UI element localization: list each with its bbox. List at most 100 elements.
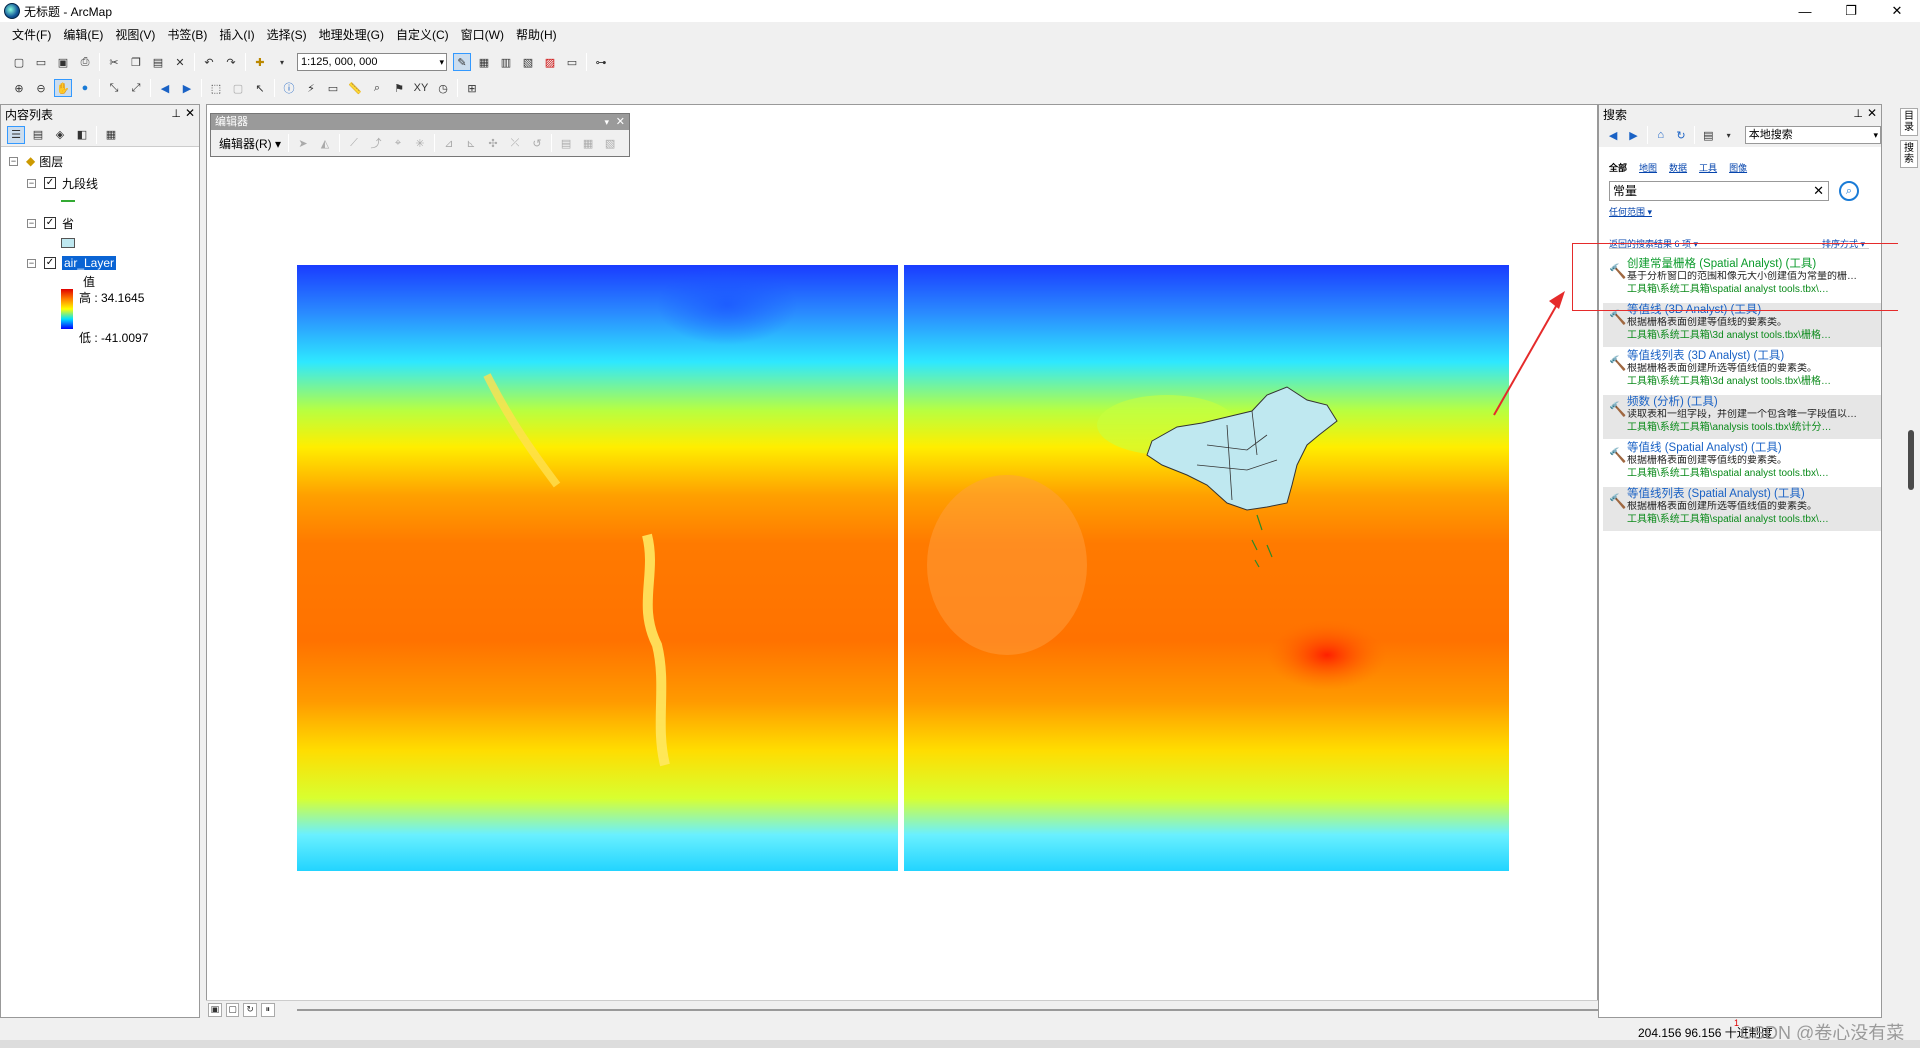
vertical-scrollbar-thumb[interactable] — [1908, 430, 1914, 490]
toc-window-icon[interactable]: ▦ — [475, 53, 493, 71]
catalog-tab[interactable]: 目录 — [1900, 108, 1918, 136]
layout-view-icon[interactable]: ▢ — [225, 1002, 240, 1017]
sketch-properties-icon[interactable]: ▦ — [579, 134, 597, 152]
back-icon[interactable]: ◀ — [156, 79, 174, 97]
search-result-item[interactable]: 🔨 等值线列表 (Spatial Analyst) (工具) 根据栅格表面创建所… — [1603, 487, 1881, 531]
search-result-item[interactable]: 🔨 频数 (分析) (工具) 读取表和一组字段，并创建一个包含唯一字段值以… 工… — [1603, 395, 1881, 439]
result-path[interactable]: 工具箱\系统工具箱\3d analyst tools.tbx\栅格… — [1627, 329, 1881, 343]
create-features-icon[interactable]: ▧ — [601, 134, 619, 152]
data-view-icon[interactable]: ▣ — [208, 1002, 222, 1017]
refresh-icon[interactable]: ↻ — [243, 1002, 257, 1017]
search-scope-combo[interactable]: 本地搜索 ▾ — [1744, 126, 1882, 144]
search-options-icon[interactable]: ▤ — [1700, 126, 1716, 144]
polygon-symbol[interactable] — [61, 235, 75, 251]
collapse-icon[interactable]: − — [27, 258, 36, 268]
split-icon[interactable]: ⤫ — [506, 134, 524, 152]
goto-xy-icon[interactable]: XY — [412, 79, 430, 97]
menu-geoprocessing[interactable]: 地理处理(G) — [313, 25, 390, 45]
search-go-icon[interactable]: ⌕ — [1839, 181, 1859, 201]
reshape-icon[interactable]: ⊾ — [462, 134, 480, 152]
menu-customize[interactable]: 自定义(C) — [390, 25, 455, 45]
search-result-item[interactable]: 🔨 等值线 (Spatial Analyst) (工具) 根据栅格表面创建等值线… — [1603, 441, 1881, 485]
result-path[interactable]: 工具箱\系统工具箱\spatial analyst tools.tbx\… — [1627, 513, 1881, 527]
measure-icon[interactable]: 📏 — [346, 79, 364, 97]
save-icon[interactable]: ▣ — [54, 53, 72, 71]
close-window-button[interactable]: ✕ — [1874, 0, 1920, 22]
layer-row-jiuduanxian[interactable]: − ✓ 九段线 — [27, 175, 98, 191]
chevron-down-icon[interactable]: ▾ — [1720, 126, 1736, 144]
menu-file[interactable]: 文件(F) — [6, 25, 57, 45]
layer-row-air[interactable]: − ✓ air_Layer — [27, 255, 117, 271]
close-icon[interactable]: ✕ — [616, 114, 625, 130]
list-by-source-icon[interactable]: ▤ — [29, 126, 47, 144]
line-symbol[interactable] — [61, 193, 75, 209]
cut-icon[interactable]: ✂ — [105, 53, 123, 71]
visibility-checkbox[interactable]: ✓ — [44, 217, 56, 229]
layer-row-sheng[interactable]: − ✓ 省 — [27, 215, 74, 231]
attributes-icon[interactable]: ▤ — [557, 134, 575, 152]
chevron-down-icon[interactable]: ▾ — [604, 114, 609, 130]
back-icon[interactable]: ◀ — [1605, 126, 1621, 144]
result-path[interactable]: 工具箱\系统工具箱\analysis tools.tbx\统计分… — [1627, 421, 1881, 435]
list-by-drawing-order-icon[interactable]: ☰ — [7, 125, 25, 144]
new-icon[interactable]: ▢ — [10, 53, 28, 71]
fixed-zoom-out-icon[interactable]: ⤢ — [127, 79, 145, 97]
time-slider-icon[interactable]: ◷ — [434, 79, 452, 97]
zoom-out-icon[interactable]: ⊖ — [32, 79, 50, 97]
catalog-window-icon[interactable]: ▥ — [497, 53, 515, 71]
color-ramp-swatch[interactable] — [61, 289, 73, 329]
full-extent-icon[interactable]: ● — [76, 79, 94, 97]
trace-icon[interactable]: ✳ — [411, 134, 429, 152]
clear-icon[interactable]: ✕ — [1813, 182, 1824, 200]
visibility-checkbox[interactable]: ✓ — [44, 257, 56, 269]
add-data-icon[interactable]: ✚ — [251, 53, 269, 71]
result-title[interactable]: 等值线列表 (3D Analyst) (工具) — [1627, 349, 1881, 363]
search-window-icon[interactable]: ▧ — [519, 53, 537, 71]
rotate-icon[interactable]: ↺ — [528, 134, 546, 152]
chevron-down-icon[interactable]: ▾ — [273, 53, 291, 71]
menu-edit[interactable]: 编辑(E) — [57, 25, 109, 45]
result-title[interactable]: 等值线列表 (Spatial Analyst) (工具) — [1627, 487, 1881, 501]
search-input[interactable]: 常量 ✕ — [1609, 181, 1829, 201]
copy-icon[interactable]: ❐ — [127, 53, 145, 71]
select-features-icon[interactable]: ⬚ — [207, 79, 225, 97]
redo-icon[interactable]: ↷ — [222, 53, 240, 71]
editor-menu[interactable]: 编辑器(R) ▾ — [215, 135, 285, 152]
filter-images[interactable]: 图像 — [1729, 161, 1747, 174]
filter-maps[interactable]: 地图 — [1639, 161, 1657, 174]
arctoolbox-icon[interactable]: ▨ — [541, 53, 559, 71]
collapse-icon[interactable]: − — [27, 178, 36, 188]
undo-icon[interactable]: ↶ — [200, 53, 218, 71]
hyperlink-icon[interactable]: ⚡ — [302, 79, 320, 97]
menu-selection[interactable]: 选择(S) — [261, 25, 313, 45]
curve-segment-icon[interactable]: ⤴ — [367, 134, 385, 152]
visibility-checkbox[interactable]: ✓ — [44, 177, 56, 189]
result-path[interactable]: 工具箱\系统工具箱\3d analyst tools.tbx\栅格… — [1627, 375, 1881, 389]
find-route-icon[interactable]: ⚑ — [390, 79, 408, 97]
pause-drawing-icon[interactable]: ⏸ — [260, 1002, 275, 1017]
print-icon[interactable]: ⎙ — [76, 53, 94, 71]
cut-polygons-icon[interactable]: ✣ — [484, 134, 502, 152]
result-title[interactable]: 等值线 (Spatial Analyst) (工具) — [1627, 441, 1881, 455]
maximize-button[interactable]: ❐ — [1828, 0, 1874, 22]
map-scale-combo[interactable]: 1:125, 000, 000 ▾ — [297, 53, 447, 71]
filter-data[interactable]: 数据 — [1669, 161, 1687, 174]
map-canvas[interactable] — [207, 105, 1599, 1019]
home-icon[interactable]: ⌂ — [1653, 126, 1669, 144]
list-by-visibility-icon[interactable]: ◈ — [51, 126, 69, 144]
search-tab[interactable]: 搜索 — [1900, 140, 1918, 168]
menu-insert[interactable]: 插入(I) — [213, 25, 260, 45]
pin-icon[interactable]: ⊥ — [1853, 107, 1863, 120]
select-elements-icon[interactable]: ↖ — [251, 79, 269, 97]
point-icon[interactable]: ⌖ — [389, 134, 407, 152]
pin-icon[interactable]: ⊥ — [171, 107, 181, 120]
filter-all[interactable]: 全部 — [1609, 161, 1627, 174]
result-title[interactable]: 频数 (分析) (工具) — [1627, 395, 1881, 409]
editor-toolbar-icon[interactable]: ✎ — [453, 53, 471, 71]
editor-toolbar-header[interactable]: 编辑器 ▾ ✕ — [211, 114, 629, 130]
forward-icon[interactable]: ▶ — [1625, 126, 1641, 144]
viewer-window-icon[interactable]: ⊞ — [463, 79, 481, 97]
identify-icon[interactable]: ⓘ — [280, 79, 298, 97]
map-view[interactable] — [206, 104, 1598, 1018]
minimize-button[interactable]: — — [1782, 0, 1828, 22]
